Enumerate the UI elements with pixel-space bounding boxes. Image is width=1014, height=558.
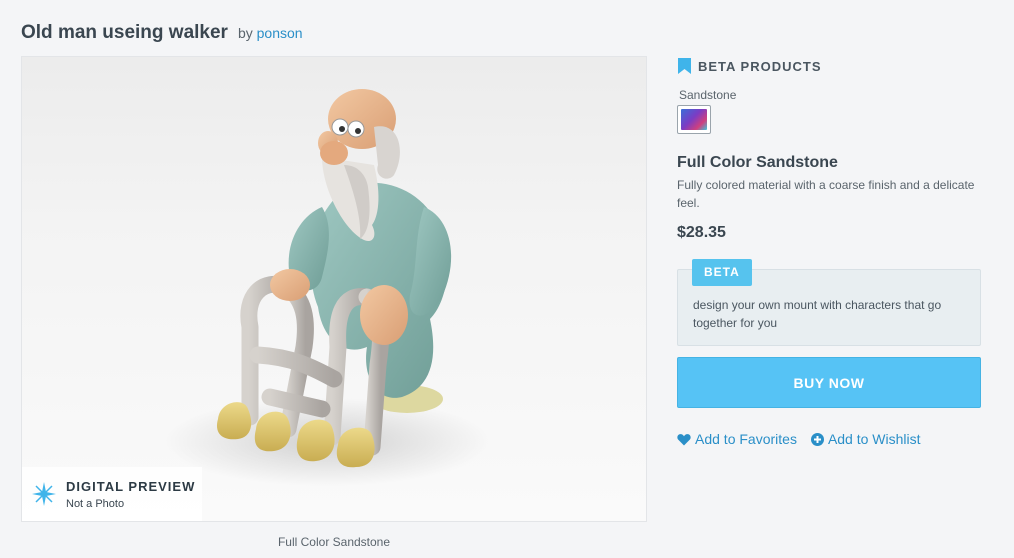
bookmark-icon xyxy=(678,58,691,74)
promo-box: BETA design your own mount with characte… xyxy=(677,259,981,346)
price: $28.35 xyxy=(677,224,726,241)
product-title: Old man useing walker xyxy=(21,22,228,43)
plus-circle-icon xyxy=(810,432,824,446)
preview-caption: Full Color Sandstone xyxy=(277,535,391,549)
badge-text: DIGITAL PREVIEW Not a Photo xyxy=(66,479,195,510)
material-swatch[interactable] xyxy=(677,105,711,134)
product-sidebar: BETA PRODUCTS Sandstone Full Color Sands… xyxy=(677,58,981,447)
favorites-label: Add to Favorites xyxy=(695,431,797,447)
add-to-wishlist-link[interactable]: Add to Wishlist xyxy=(810,431,921,447)
add-to-favorites-link[interactable]: Add to Favorites xyxy=(677,431,797,447)
heart-icon xyxy=(677,433,691,445)
product-render-image xyxy=(216,89,452,468)
material-name: Full Color Sandstone xyxy=(677,154,838,171)
title-row: Old man useing walker by ponson xyxy=(21,22,303,44)
promo-tag: BETA xyxy=(692,259,752,286)
badge-title: DIGITAL PREVIEW xyxy=(66,478,196,494)
author-line: by ponson xyxy=(238,25,303,41)
buy-now-button[interactable]: BUY NOW xyxy=(677,357,981,408)
section-header: BETA PRODUCTS xyxy=(677,58,981,74)
promo-text: design your own mount with characters th… xyxy=(693,298,942,330)
section-title: BETA PRODUCTS xyxy=(698,58,822,74)
by-prefix: by xyxy=(237,25,253,41)
product-preview[interactable]: DIGITAL PREVIEW Not a Photo xyxy=(21,56,647,522)
material-description: Fully colored material with a coarse fin… xyxy=(677,178,975,210)
material-label: Sandstone xyxy=(679,88,737,102)
author-link[interactable]: ponson xyxy=(257,25,303,41)
badge-subtitle: Not a Photo xyxy=(66,497,125,510)
wishlist-label: Add to Wishlist xyxy=(827,431,921,447)
sparkle-icon xyxy=(32,482,56,506)
action-links: Add to Favorites Add to Wishlist xyxy=(677,431,981,447)
digital-preview-badge: DIGITAL PREVIEW Not a Photo xyxy=(22,467,202,521)
